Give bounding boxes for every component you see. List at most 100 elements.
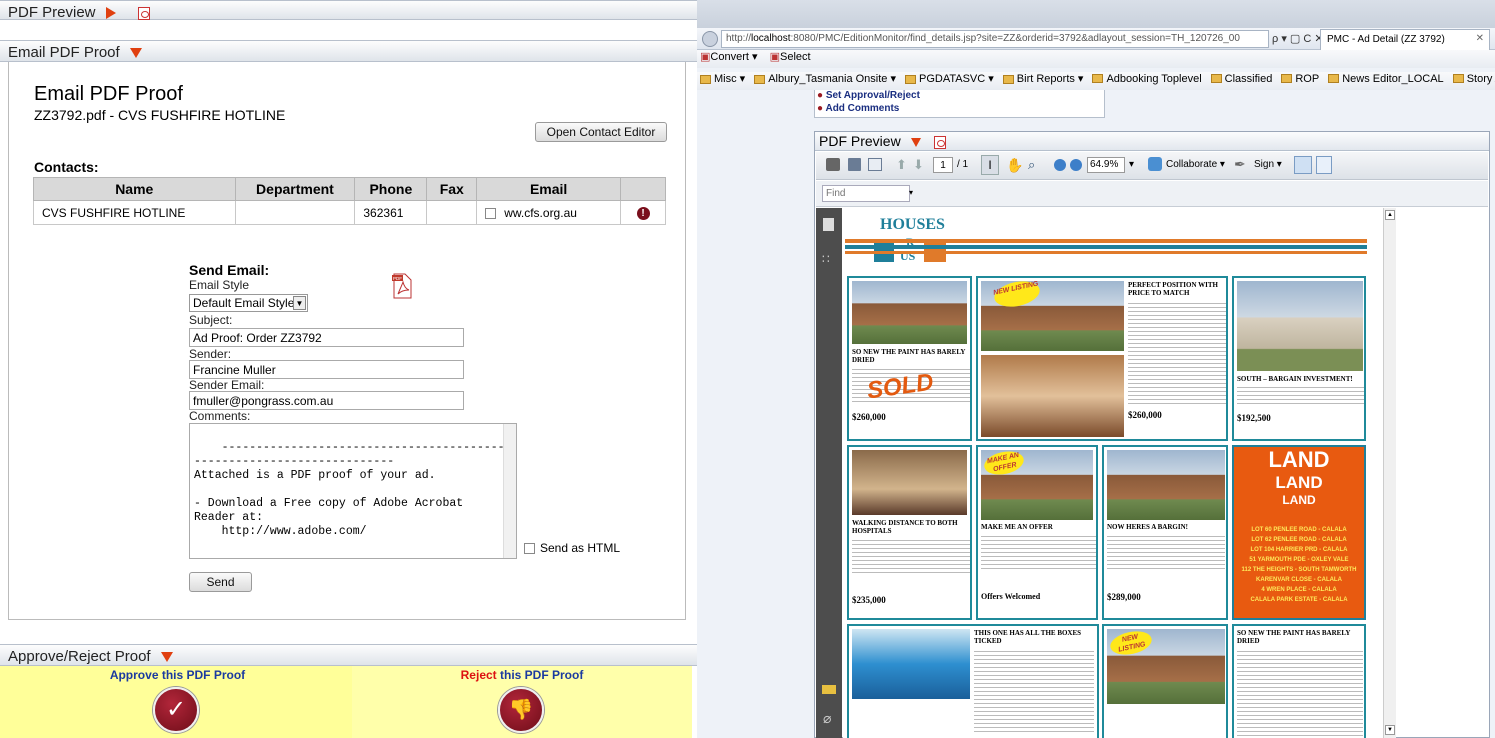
sender-email-label: Sender Email: [189,378,265,392]
select-menu[interactable]: ▣Select [770,50,811,63]
approve-reject-bar[interactable]: Approve/Reject Proof [0,644,697,666]
bookmark-item[interactable]: ROP [1281,73,1319,85]
ad-price: Offers Welcomed [981,592,1041,601]
bookmark-item[interactable]: PGDATASVC ▾ [905,72,994,85]
full-screen-icon[interactable] [1316,156,1332,174]
land-lots-list: LOT 60 PENLEE ROAD - CALALA LOT 62 PENLEE… [1234,525,1364,605]
pages-panel-icon[interactable] [823,218,834,231]
sign-button[interactable]: Sign ▾ [1254,159,1282,170]
pdf-file-icon[interactable] [934,135,947,149]
pdf-preview-panel: PDF Preview ⬆ ⬇ / 1 I ✋ ⌕ 64.9% ▾ Collab… [814,131,1490,738]
houses-r-us-logo: HOUSES R US [870,216,960,272]
collapse-arrow-icon[interactable] [160,652,173,663]
zoom-in-icon[interactable] [1070,159,1082,171]
pdf-file-icon[interactable] [137,6,150,20]
chevron-down-icon[interactable]: ▾ [909,188,913,197]
scroll-down-icon[interactable]: ▼ [1385,725,1395,735]
reject-rest: this PDF Proof [496,668,584,682]
set-approval-text: Set Approval/Reject [825,90,920,101]
sender-input[interactable] [189,360,464,379]
save-icon[interactable] [848,158,861,171]
open-contact-editor-button[interactable]: Open Contact Editor [535,122,667,142]
email-style-select[interactable]: Default Email Style ▼ [189,294,308,312]
bookmark-item[interactable]: Story Allocator_LOCAL [1452,73,1495,85]
ad-price: $192,500 [1237,413,1271,423]
send-as-html-checkbox[interactable] [524,543,535,555]
next-page-icon[interactable]: ⬇ [913,157,924,173]
bookmark-label: Birt Reports ▾ [1016,73,1084,85]
email-icon[interactable] [868,158,882,171]
land-heading-2: LAND [1275,473,1323,492]
previous-page-icon[interactable]: ⬆ [896,157,907,173]
chevron-down-icon[interactable]: ▼ [293,296,306,310]
land-lot-line: LOT 60 PENLEE ROAD - CALALA [1251,527,1347,533]
bookmark-label: News Editor_LOCAL [1342,72,1444,85]
comments-icon[interactable] [822,685,836,694]
scroll-up-icon[interactable]: ▲ [1385,210,1395,220]
sign-pen-icon[interactable]: ✒ [1234,156,1246,173]
folder-icon [1281,74,1293,84]
pdf-vertical-scrollbar[interactable]: ▲ ▼ [1383,208,1396,738]
ad-cell-2: NEW LISTING PERFECT POSITION WITH PRICE … [976,276,1228,441]
collaborate-button[interactable]: Collaborate ▾ [1166,159,1225,170]
print-icon[interactable] [826,158,840,171]
bookmark-item[interactable]: Birt Reports ▾ [1002,72,1084,85]
set-approval-link[interactable]: ● Set Approval/Reject [817,90,920,101]
url-controls[interactable]: ρ ▾ ▢ C ✕ [1272,32,1324,45]
bookmark-item[interactable]: News Editor_LOCAL [1328,73,1444,85]
find-input[interactable] [822,185,910,202]
convert-menu[interactable]: ▣Convert ▾ [700,50,758,63]
zoom-marquee-icon[interactable]: ⌕ [1028,157,1035,173]
comments-label: Comments: [189,409,251,423]
collapse-arrow-icon[interactable] [129,48,142,59]
zoom-out-icon[interactable] [1054,159,1066,171]
col-info [620,177,666,201]
thumbs-down-icon[interactable]: 👎 [498,687,544,733]
send-as-html-label: Send as HTML [540,541,621,555]
bookmark-item[interactable]: Adbooking Toplevel [1092,72,1202,85]
send-button[interactable]: Send [189,572,252,592]
add-comments-link[interactable]: ● Add Comments [817,103,899,114]
house-photo [852,281,967,344]
browser-tab[interactable]: PMC - Ad Detail (ZZ 3792) ✕ [1320,29,1490,50]
info-icon[interactable]: ! [636,207,650,220]
select-tool-icon[interactable]: I [981,155,999,175]
bookmark-item[interactable]: Misc ▾ [700,72,745,85]
bookmark-item[interactable]: Albury_Tasmania Onsite ▾ [754,72,896,85]
page-number-input[interactable] [933,157,953,173]
pdf-preview-bar[interactable]: PDF Preview [0,0,697,21]
comments-scrollbar[interactable] [503,424,516,558]
send-as-html-option[interactable]: Send as HTML [524,541,620,555]
url-field[interactable]: http://localhost:8080/PMC/EditionMonitor… [721,30,1269,48]
pdf-preview-header[interactable]: PDF Preview [815,132,1489,151]
expand-arrow-icon[interactable] [105,7,116,20]
back-icon[interactable] [702,31,718,47]
subject-input[interactable] [189,328,464,347]
bookmark-label: Adbooking Toplevel [1106,72,1202,85]
comments-text: ----------------------------------------… [194,441,517,558]
comments-textarea[interactable]: ----------------------------------------… [189,423,517,559]
chevron-down-icon[interactable]: ▾ [1129,159,1134,170]
collaborate-label: Collaborate [1166,159,1218,170]
contact-select-checkbox[interactable] [485,207,497,219]
contacts-label: Contacts: [34,159,99,175]
land-lot-line: LOT 104 HARRIER PRD - CALALA [1250,547,1348,553]
approve-checkmark-icon[interactable]: ✓ [153,687,199,733]
bookmark-label: Classified [1224,72,1273,85]
close-icon[interactable]: ✕ [1476,33,1484,44]
collaborate-icon[interactable] [1148,157,1162,171]
file-line: ZZ3792.pdf - CVS FUSHFIRE HOTLINE [34,107,286,123]
attachments-icon[interactable]: ∷ [822,252,830,266]
hand-tool-icon[interactable]: ✋ [1006,157,1023,174]
email-pdf-proof-bar[interactable]: Email PDF Proof [0,40,697,62]
folder-icon [1092,74,1104,84]
paperclip-icon[interactable]: ⌀ [823,710,831,727]
pdf-document-icon[interactable]: PDF [391,273,413,299]
fit-width-icon[interactable] [1294,156,1312,174]
collapse-arrow-icon[interactable] [910,137,921,147]
zoom-level-field[interactable]: 64.9% [1087,157,1125,173]
ad-price: $235,000 [852,595,886,605]
sender-email-input[interactable] [189,391,464,410]
pool-photo [852,629,970,699]
bookmark-item[interactable]: Classified [1210,72,1273,85]
